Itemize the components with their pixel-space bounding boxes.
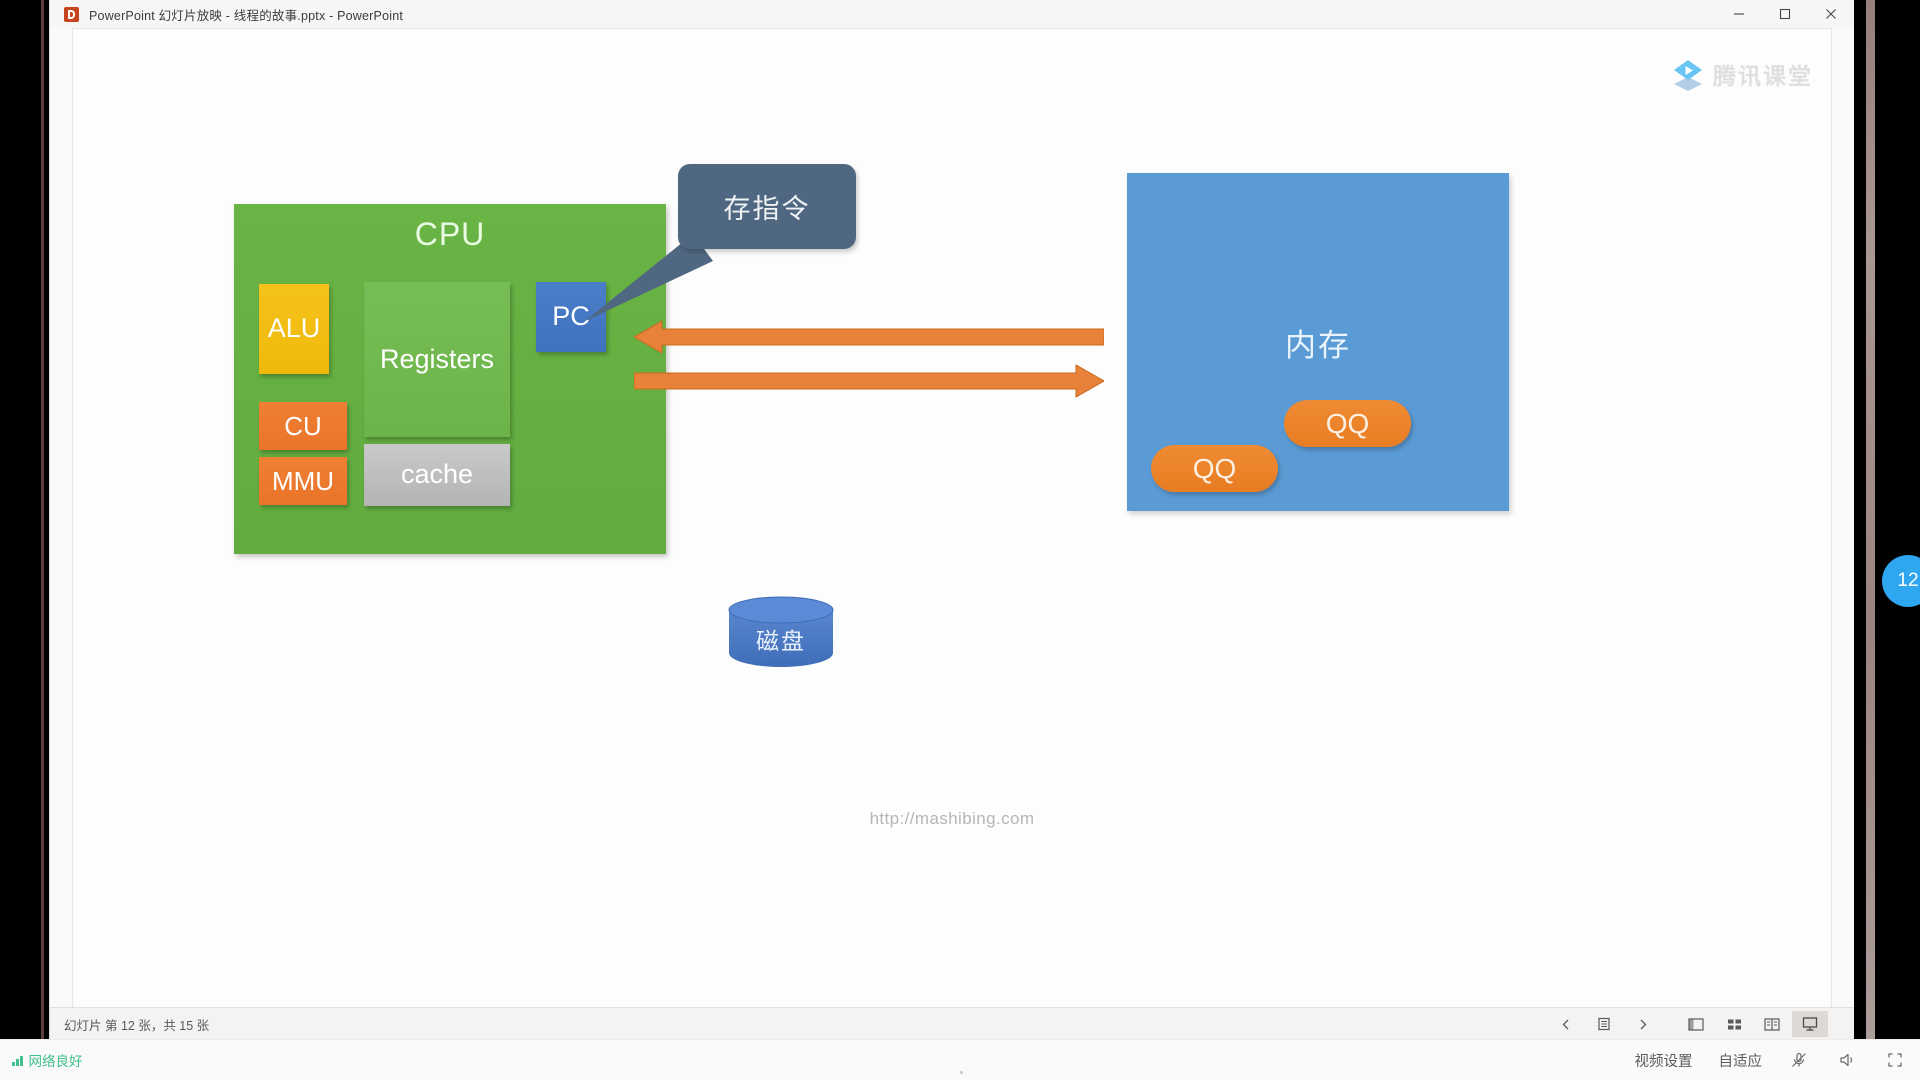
network-status: 网络良好 [12,1050,83,1070]
center-indicator-dot [960,1071,963,1074]
reading-view-button[interactable] [1754,1011,1790,1037]
signal-bars-icon [12,1055,23,1066]
arrow-memory-to-cpu [634,320,1104,354]
cpu-block-cache: cache [364,444,510,506]
right-side-panel-strip[interactable]: 12 [1854,0,1920,1040]
slide-frame: 腾讯课堂 CPU ALU Registers PC CU MMU cache 存… [72,28,1832,1008]
maximize-button[interactable] [1762,0,1808,28]
minimize-button[interactable] [1716,0,1762,28]
tencent-classroom-watermark: 腾讯课堂 [1671,57,1813,91]
cpu-block-alu: ALU [259,284,329,374]
cpu-block-registers: Registers [364,282,510,437]
memory-bus-arrows [634,320,1104,398]
slideshow-button[interactable] [1792,1011,1828,1037]
side-badge[interactable]: 12 [1882,555,1920,607]
cpu-block-pc: PC [536,282,606,352]
app-bar-right-controls: 视频设置 自适应 [1635,1049,1907,1071]
window-controls [1716,0,1854,28]
strip-inner [1866,0,1875,1040]
memory-process-qq-1: QQ [1284,400,1411,447]
status-bar-tools [1548,1011,1828,1037]
window-title: PowerPoint 幻灯片放映 - 线程的故事.pptx - PowerPoi… [89,8,404,23]
callout-store-instruction: 存指令 [678,164,856,249]
video-settings-button[interactable]: 视频设置 [1635,1050,1693,1071]
normal-view-button[interactable] [1678,1011,1714,1037]
previous-slide-button[interactable] [1548,1011,1584,1037]
cpu-block-mmu: MMU [259,457,347,505]
memory-process-qq-2: QQ [1151,445,1278,492]
network-status-label: 网络良好 [28,1054,83,1069]
next-slide-button[interactable] [1624,1011,1660,1037]
disk-label: 磁盘 [756,628,806,654]
powerpoint-icon [64,6,79,22]
fit-mode-button[interactable]: 自适应 [1719,1050,1763,1071]
microphone-muted-icon[interactable] [1788,1049,1810,1071]
cpu-title: CPU [414,216,486,252]
title-bar: PowerPoint 幻灯片放映 - 线程的故事.pptx - PowerPoi… [50,0,1854,28]
powerpoint-window: PowerPoint 幻灯片放映 - 线程的故事.pptx - PowerPoi… [50,0,1854,1040]
slide-counter: 幻灯片 第 12 张，共 15 张 [64,1018,210,1033]
speaker-icon[interactable] [1836,1049,1858,1071]
gutter-seam [41,0,44,1040]
slide-canvas: 腾讯课堂 CPU ALU Registers PC CU MMU cache 存… [73,29,1831,1007]
fullscreen-icon[interactable] [1884,1049,1906,1071]
close-button[interactable] [1808,0,1854,28]
cpu-block-cu: CU [259,402,347,450]
arrow-cpu-to-memory [634,364,1104,398]
footer-url: http://mashibing.com [869,809,1035,828]
speaker-notes-button[interactable] [1586,1011,1622,1037]
disk-cylinder: 磁盘 [727,596,835,667]
cpu-box: CPU ALU Registers PC CU MMU cache [234,204,666,554]
watermark-text: 腾讯课堂 [1713,63,1813,89]
left-gutter [0,0,50,1040]
powerpoint-status-bar: 幻灯片 第 12 张，共 15 张 [50,1007,1854,1040]
memory-box: 内存 QQ QQ [1127,173,1509,511]
callout-text: 存指令 [723,194,811,224]
app-bottom-bar: 网络良好 视频设置 自适应 [0,1039,1920,1080]
screen: PowerPoint 幻灯片放映 - 线程的故事.pptx - PowerPoi… [0,0,1920,1080]
tencent-classroom-logo-icon [1671,57,1705,91]
slide-sorter-button[interactable] [1716,1011,1752,1037]
